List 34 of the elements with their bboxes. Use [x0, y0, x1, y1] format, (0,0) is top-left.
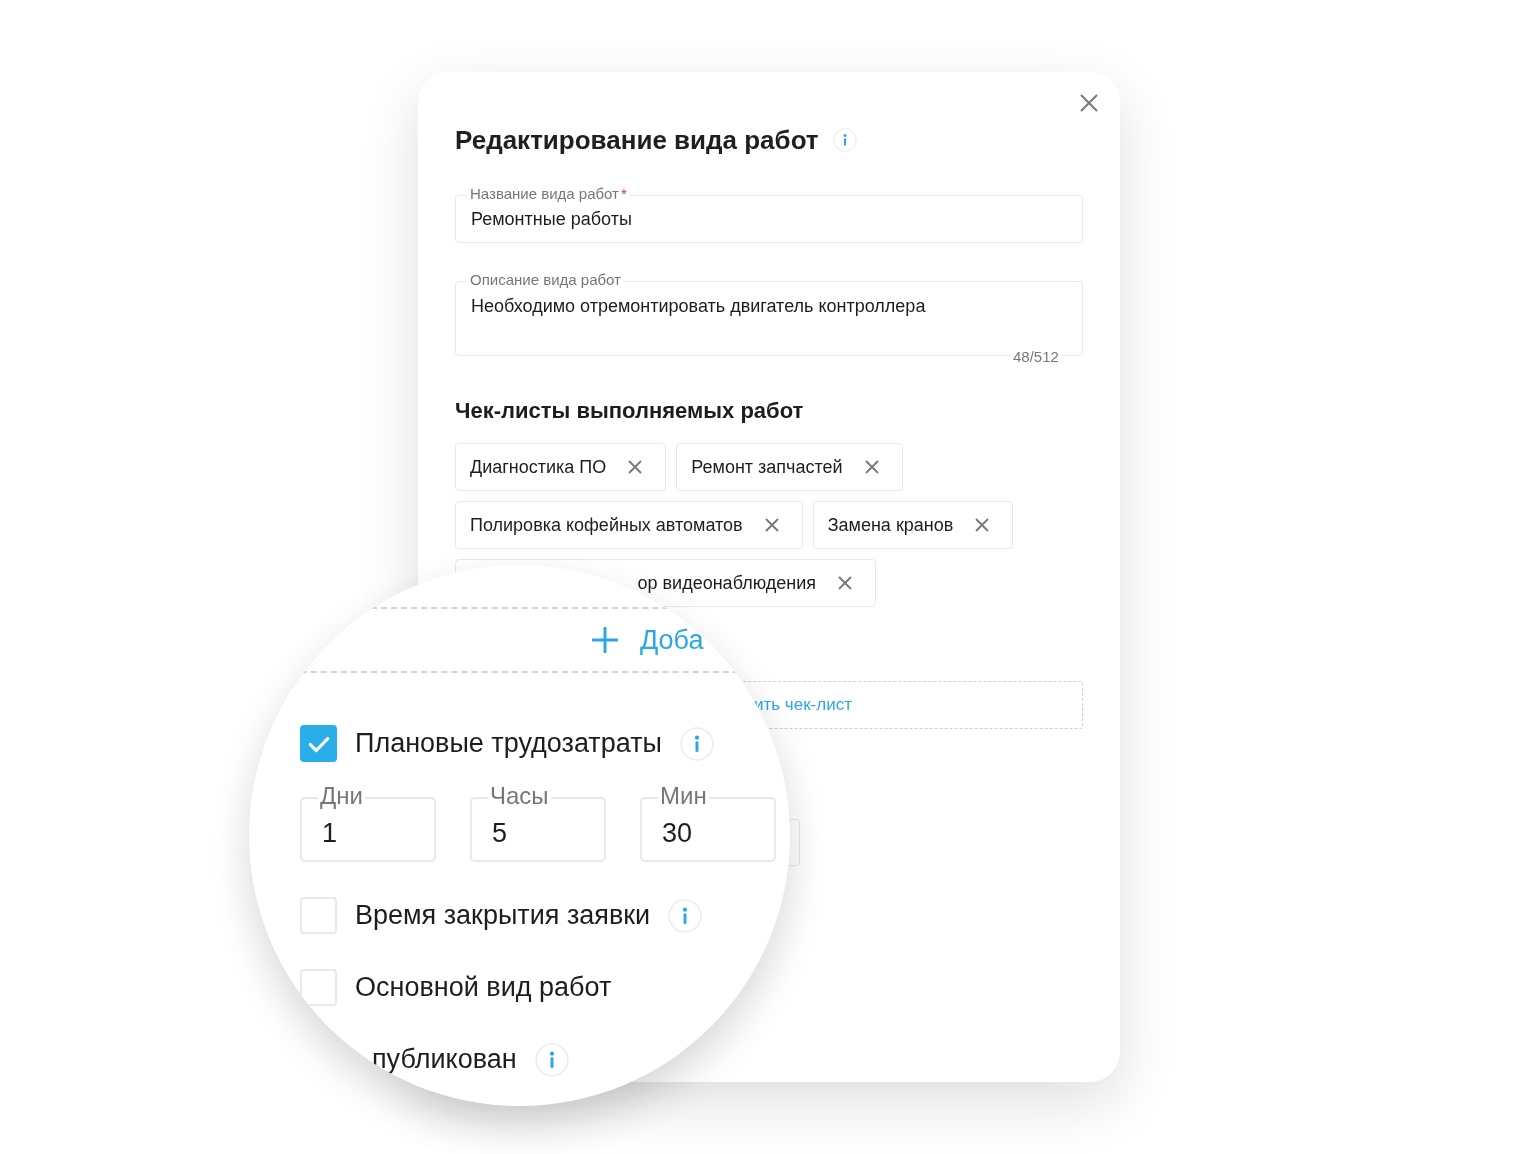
field-value: 1	[322, 818, 338, 848]
tag-label: Ремонт запчастей	[691, 456, 843, 478]
tag-label: Полировка кофейных автоматов	[470, 514, 743, 536]
checklist-tag[interactable]: Диагностика ПО	[455, 443, 667, 491]
checklist-tag[interactable]: Полировка кофейных автоматов	[455, 501, 803, 549]
info-icon[interactable]	[832, 128, 857, 152]
field-label: Описание вида работ	[468, 271, 623, 289]
checkbox[interactable]	[300, 725, 337, 762]
field-value: 5	[492, 818, 508, 848]
plus-icon	[592, 627, 618, 653]
checkbox-label: Время закрытия заявки	[355, 900, 651, 931]
checkbox-label: Плановые трудозатраты	[355, 728, 662, 759]
remove-icon[interactable]	[628, 460, 643, 474]
remove-icon[interactable]	[975, 518, 990, 532]
checklist-tag[interactable]: Замена кранов	[812, 501, 1014, 549]
field-value: Ремонтные работы	[471, 209, 632, 229]
remove-icon[interactable]	[838, 576, 852, 590]
info-icon[interactable]	[534, 1042, 569, 1077]
field-label: Название вида работ	[468, 185, 621, 203]
checkbox-label: публикован	[372, 1044, 517, 1075]
field-value: 30	[662, 818, 693, 848]
section-title: Чек-листы выполняемых работ	[455, 397, 805, 425]
checkbox-label: Основной вид работ	[355, 972, 612, 1003]
remove-icon[interactable]	[864, 460, 879, 474]
tag-label: Замена кранов	[827, 514, 954, 536]
info-icon[interactable]	[679, 726, 714, 761]
field-value: Необходимо отремонтировать двигатель контроллера	[471, 296, 926, 316]
tag-label: ор видеонаблюдения	[637, 572, 816, 594]
checklist-tag[interactable]: Ремонт запчастей	[676, 443, 903, 491]
remove-icon[interactable]	[764, 518, 779, 532]
close-icon[interactable]	[1080, 94, 1098, 112]
tag-label: Диагностика ПО	[470, 456, 607, 478]
dialog-title: Редактирование вида работ	[455, 124, 819, 156]
info-icon[interactable]	[668, 898, 703, 933]
